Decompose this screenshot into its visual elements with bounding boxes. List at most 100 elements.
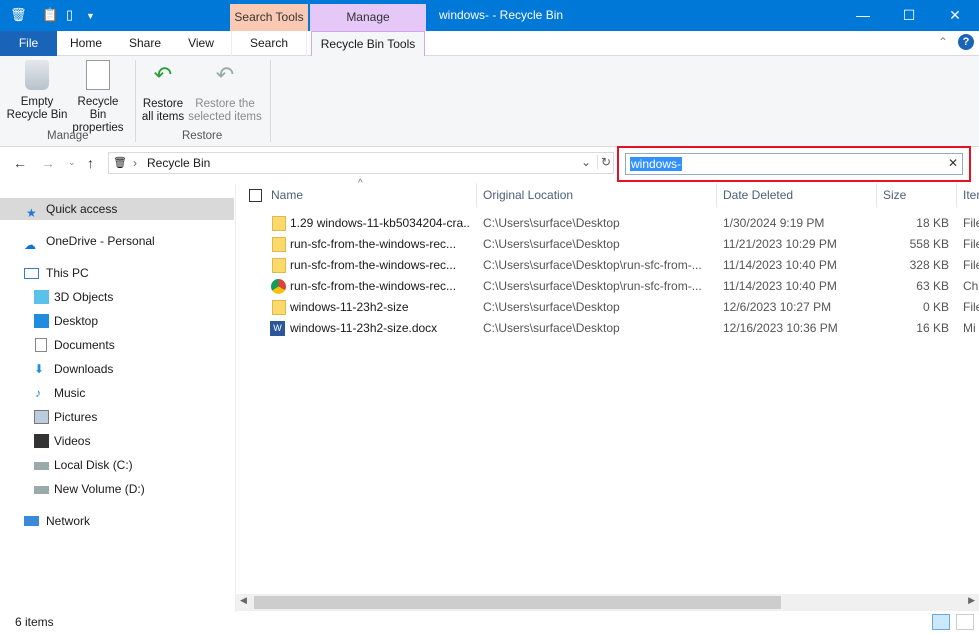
file-name: windows-11-23h2-size <box>290 300 409 314</box>
tab-search[interactable]: Search <box>231 31 307 56</box>
nav-music[interactable]: ♪ Music <box>0 382 234 404</box>
original-location: C:\Users\surface\Desktop <box>483 216 620 230</box>
date-deleted: 12/6/2023 10:27 PM <box>723 300 832 314</box>
scroll-right-icon[interactable]: ▶ <box>968 595 975 606</box>
minimize-ribbon-icon[interactable]: ⌃ <box>938 35 948 49</box>
file-size: 16 KB <box>916 321 949 335</box>
desktop-icon <box>34 314 49 328</box>
restore-selected-items-button[interactable]: ↶ Restore the selected items <box>188 60 262 124</box>
maximize-button[interactable]: ☐ <box>886 0 932 31</box>
column-date-deleted[interactable]: Date Deleted <box>723 188 793 202</box>
close-button[interactable]: ✕ <box>932 0 978 31</box>
item-type: File <box>963 258 979 272</box>
tab-file[interactable]: File <box>0 31 57 56</box>
nav-onedrive[interactable]: ☁ OneDrive - Personal <box>0 230 234 252</box>
nav-videos[interactable]: Videos <box>0 430 234 452</box>
nav-desktop[interactable]: Desktop <box>0 310 234 332</box>
customize-quick-access-icon[interactable]: ▼ <box>86 11 95 21</box>
file-name: windows-11-23h2-size.docx <box>290 321 438 335</box>
file-name: run-sfc-from-the-windows-rec... <box>290 279 457 293</box>
file-name: 1.29 windows-11-kb5034204-cra... <box>290 216 470 230</box>
search-input[interactable]: windows- ✕ <box>625 153 963 175</box>
nav-pictures[interactable]: Pictures <box>0 406 234 428</box>
original-location: C:\Users\surface\Desktop <box>483 321 620 335</box>
recycle-bin-icon: 🗑 <box>10 7 27 22</box>
folder-icon <box>272 216 286 231</box>
file-row[interactable]: run-sfc-from-the-windows-rec... C:\Users\… <box>240 276 979 297</box>
original-location: C:\Users\surface\Desktop\run-sfc-from-..… <box>483 258 702 272</box>
tab-recycle-bin-tools[interactable]: Recycle Bin Tools <box>311 31 425 57</box>
scrollbar-thumb[interactable] <box>254 596 781 609</box>
breadcrumb-recycle-bin[interactable]: Recycle Bin <box>147 156 210 170</box>
date-deleted: 11/14/2023 10:40 PM <box>723 258 837 272</box>
drive-icon <box>34 486 49 494</box>
address-dropdown-icon[interactable]: ⌄ <box>581 155 591 169</box>
ribbon-tabs: File Home Share View Search Recycle Bin … <box>0 31 979 57</box>
help-icon[interactable]: ? <box>958 34 974 50</box>
recycle-bin-properties-button[interactable]: Recycle Bin properties <box>68 60 128 135</box>
tab-share[interactable]: Share <box>120 31 170 56</box>
up-button[interactable]: ↑ <box>87 155 94 171</box>
nav-network[interactable]: Network <box>0 510 234 532</box>
restore-selected-icon: ↶ <box>215 62 235 87</box>
recycle-bin-icon: 🗑 <box>113 157 127 169</box>
group-label-manage: Manage <box>47 130 89 142</box>
select-all-checkbox[interactable] <box>249 189 262 202</box>
nav-this-pc[interactable]: This PC <box>0 262 234 284</box>
file-row[interactable]: run-sfc-from-the-windows-rec... C:\Users\… <box>240 255 979 276</box>
drive-icon <box>34 462 49 470</box>
file-row[interactable]: Wwindows-11-23h2-size.docx C:\Users\surfa… <box>240 318 979 339</box>
horizontal-scrollbar[interactable]: ◀ ▶ <box>236 594 979 611</box>
word-icon: W <box>270 321 285 336</box>
nav-new-volume-d[interactable]: New Volume (D:) <box>0 478 234 500</box>
minimize-button[interactable]: — <box>840 0 886 31</box>
recent-locations-button[interactable]: ⌄ <box>68 157 76 168</box>
large-icons-view-button[interactable] <box>956 614 974 630</box>
file-row[interactable]: run-sfc-from-the-windows-rec... C:\Users\… <box>240 234 979 255</box>
nav-documents[interactable]: Documents <box>0 334 234 356</box>
column-original-location[interactable]: Original Location <box>483 188 573 202</box>
search-query: windows- <box>630 157 683 171</box>
date-deleted: 12/16/2023 10:36 PM <box>723 321 838 335</box>
file-row[interactable]: windows-11-23h2-size C:\Users\surface\Des… <box>240 297 979 318</box>
forward-button[interactable]: → <box>41 155 55 171</box>
file-size: 63 KB <box>916 279 949 293</box>
details-view-button[interactable] <box>932 614 950 630</box>
address-bar[interactable]: 🗑 › Recycle Bin ⌄ ↻ <box>108 152 614 174</box>
restore-all-items-button[interactable]: ↶ Restore all items <box>140 60 186 124</box>
star-icon: ★ <box>26 206 37 220</box>
manage-context: Manage <box>310 4 426 31</box>
column-name[interactable]: Name <box>271 188 303 202</box>
column-size[interactable]: Size <box>883 188 906 202</box>
clear-search-icon[interactable]: ✕ <box>948 156 958 170</box>
item-type: File <box>963 216 979 230</box>
tab-home[interactable]: Home <box>60 31 112 56</box>
scroll-left-icon[interactable]: ◀ <box>240 595 247 606</box>
file-size: 18 KB <box>916 216 949 230</box>
item-type: Mi <box>963 321 976 335</box>
new-folder-icon[interactable]: ▯ <box>66 7 73 23</box>
chrome-icon <box>271 279 286 294</box>
nav-downloads[interactable]: ⬇ Downloads <box>0 358 234 380</box>
empty-recycle-bin-button[interactable]: Empty Recycle Bin <box>6 60 68 122</box>
original-location: C:\Users\surface\Desktop <box>483 300 620 314</box>
nav-quick-access[interactable]: ★ Quick access <box>0 198 234 220</box>
status-item-count: 6 items <box>15 615 54 629</box>
window-title: windows- - Recycle Bin <box>439 8 564 22</box>
nav-3d-objects[interactable]: 3D Objects <box>0 286 234 308</box>
file-row[interactable]: 1.29 windows-11-kb5034204-cra... C:\Users… <box>240 213 979 234</box>
item-type: File <box>963 237 979 251</box>
group-label-restore: Restore <box>182 130 223 142</box>
item-type: Ch <box>963 279 979 293</box>
recycle-bin-icon <box>25 60 49 90</box>
file-name: run-sfc-from-the-windows-rec... <box>290 258 457 272</box>
tab-view[interactable]: View <box>178 31 224 56</box>
refresh-icon[interactable]: ↻ <box>597 155 611 169</box>
nav-local-disk-c[interactable]: Local Disk (C:) <box>0 454 234 476</box>
network-icon <box>24 516 39 526</box>
file-size: 328 KB <box>909 258 949 272</box>
back-button[interactable]: ← <box>13 155 27 171</box>
properties-icon[interactable]: 📋 <box>42 7 58 23</box>
column-item-type[interactable]: Item <box>963 188 979 202</box>
restore-icon: ↶ <box>153 62 173 87</box>
